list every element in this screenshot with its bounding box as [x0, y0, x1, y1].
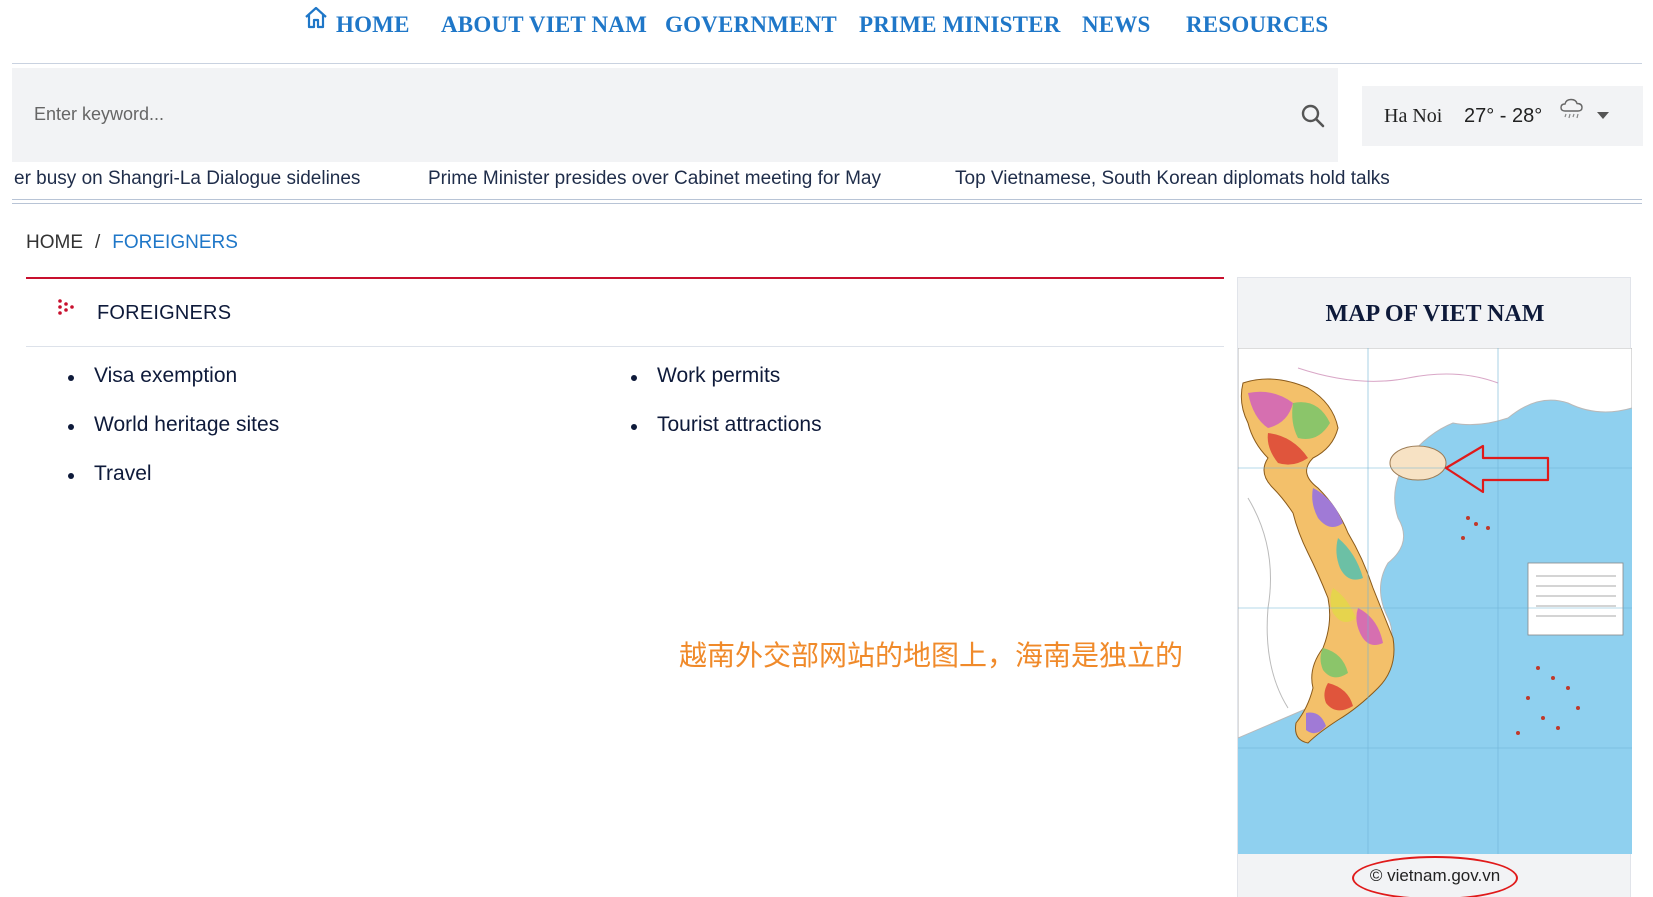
page: HOME ABOUT VIET NAM GOVERNMENT PRIME MIN…	[0, 0, 1653, 897]
link-world-heritage-sites[interactable]: World heritage sites	[94, 413, 279, 437]
annotation-text: 越南外交部网站的地图上，海南是独立的	[679, 640, 1184, 671]
link-work-permits[interactable]: Work permits	[657, 364, 780, 388]
nav-divider	[12, 63, 1642, 64]
ticker-divider	[12, 199, 1642, 200]
news-ticker: er busy on Shangri-La Dialogue sidelines…	[0, 164, 1653, 198]
rain-cloud-icon	[1560, 98, 1583, 119]
chevron-down-icon[interactable]	[1596, 110, 1610, 120]
nav-about-viet-nam[interactable]: ABOUT VIET NAM	[441, 12, 647, 38]
list-bullet	[68, 375, 74, 381]
breadcrumb-home[interactable]: HOME	[26, 232, 83, 253]
search-box	[12, 68, 1338, 162]
dots-icon	[58, 299, 74, 315]
link-travel[interactable]: Travel	[94, 462, 152, 486]
map-title: MAP OF VIET NAM	[1325, 301, 1545, 327]
link-visa-exemption[interactable]: Visa exemption	[94, 364, 237, 388]
nav-government[interactable]: GOVERNMENT	[665, 12, 837, 38]
list-bullet	[631, 375, 637, 381]
ticker-item[interactable]: Prime Minister presides over Cabinet mee…	[428, 168, 881, 190]
breadcrumb: HOME / FOREIGNERS	[26, 232, 238, 254]
ticker-item[interactable]: Top Vietnamese, South Korean diplomats h…	[955, 168, 1390, 190]
weather-city: Ha Noi	[1384, 105, 1443, 127]
breadcrumb-current[interactable]: FOREIGNERS	[112, 232, 238, 253]
weather-widget[interactable]: Ha Noi 27° - 28°	[1362, 86, 1643, 146]
search-input[interactable]	[34, 96, 1234, 132]
ticker-divider	[12, 203, 1642, 204]
section-title: FOREIGNERS	[97, 302, 232, 324]
weather-temperature: 27° - 28°	[1464, 105, 1543, 127]
viet-nam-map[interactable]	[1238, 348, 1632, 854]
map-card: MAP OF VIET NAM © vietnam.gov.vn	[1237, 277, 1632, 897]
nav-resources[interactable]: RESOURCES	[1186, 12, 1328, 38]
ticker-item[interactable]: er busy on Shangri-La Dialogue sidelines	[14, 168, 360, 190]
nav-home[interactable]: HOME	[336, 12, 410, 38]
list-bullet	[68, 473, 74, 479]
section-top-rule	[26, 277, 1224, 279]
link-tourist-attractions[interactable]: Tourist attractions	[657, 413, 822, 437]
nav-prime-minister[interactable]: PRIME MINISTER	[859, 12, 1061, 38]
section-divider	[26, 346, 1224, 347]
list-bullet	[68, 424, 74, 430]
top-nav: HOME ABOUT VIET NAM GOVERNMENT PRIME MIN…	[0, 0, 1653, 56]
breadcrumb-separator: /	[95, 232, 101, 253]
list-bullet	[631, 424, 637, 430]
home-icon[interactable]	[302, 4, 330, 32]
search-icon[interactable]	[1300, 103, 1326, 129]
nav-news[interactable]: NEWS	[1082, 12, 1151, 38]
credit-highlight	[1352, 856, 1518, 897]
